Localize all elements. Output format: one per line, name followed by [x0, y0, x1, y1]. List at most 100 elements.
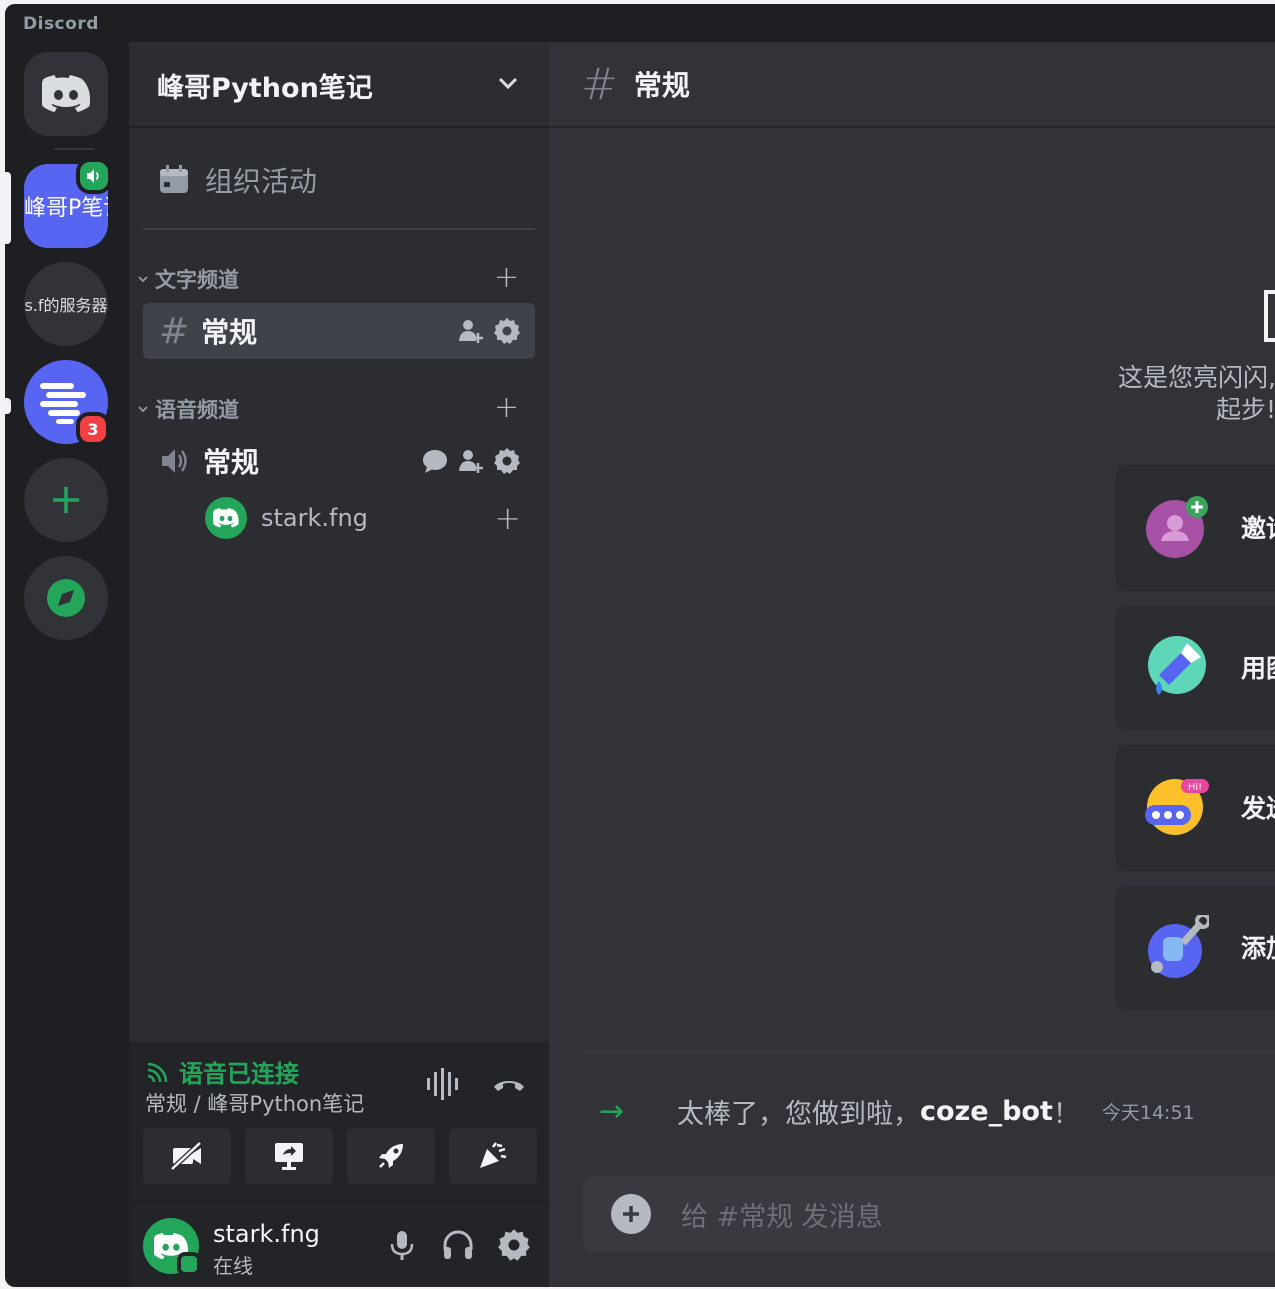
channel-sidebar: 峰哥Python笔记 组织活动 文字频道 + # 常规 语音频道 + 常规 st… [129, 42, 549, 1287]
server-rail: 峰哥P笔记 s.f的服务器 3 [5, 42, 129, 1287]
send-message-card[interactable]: Hi! 发送 [1115, 745, 1275, 871]
discord-wordmark: Discord [23, 14, 99, 34]
voice-location[interactable]: 常规 / 峰哥Python笔记 [145, 1088, 364, 1118]
attach-button[interactable] [611, 1194, 651, 1234]
speaker-icon [162, 449, 187, 473]
welcome-title-fragment [1264, 290, 1275, 342]
user-name[interactable]: stark.fng [213, 1220, 320, 1248]
plus-icon [623, 1206, 639, 1222]
member-add-button[interactable]: + [494, 499, 521, 537]
gear-icon[interactable] [493, 317, 521, 345]
voice-status-label: 语音已连接 [179, 1060, 299, 1088]
channel-name: 常规 [201, 316, 258, 349]
avatar [205, 497, 247, 539]
discord-window: Discord 峰哥P笔记 s.f的服务器 [5, 4, 1275, 1287]
card-label: 用图 [1241, 654, 1275, 683]
discord-logo-icon [213, 508, 239, 528]
user-status: 在线 [213, 1254, 253, 1278]
mention-badge: 3 [76, 412, 110, 446]
voice-active-badge [76, 158, 112, 194]
category-voice-channels[interactable]: 语音频道 [137, 394, 239, 424]
events-label: 组织活动 [205, 165, 318, 198]
invite-friends-icon [1146, 496, 1208, 558]
events-button[interactable]: 组织活动 [159, 160, 317, 200]
invite-member-icon[interactable] [457, 317, 485, 345]
headphones-icon[interactable] [441, 1228, 475, 1262]
channel-voice-general[interactable]: 常规 [143, 433, 535, 489]
chevron-down-icon [138, 276, 148, 283]
chat-bubble-icon[interactable] [421, 447, 449, 475]
guild-header[interactable]: 峰哥Python笔记 [129, 42, 549, 128]
user-panel: stark.fng 在线 [129, 1202, 549, 1287]
message-suffix: ！ [1052, 1099, 1080, 1130]
add-app-card[interactable]: 添加 [1115, 885, 1275, 1011]
unread-pill [5, 398, 11, 414]
signal-icon [147, 1062, 168, 1082]
welcome-line-1: 这是您亮闪闪, [1118, 363, 1275, 392]
category-label: 语音频道 [155, 398, 239, 422]
server-fengge-python[interactable]: 峰哥P笔记 [24, 158, 112, 248]
create-voice-channel-button[interactable]: + [494, 390, 519, 425]
title-bar: Discord [5, 4, 1275, 42]
message-timestamp: 今天14:51 [1101, 1102, 1195, 1124]
category-label: 文字频道 [155, 268, 239, 292]
explore-servers-button[interactable] [24, 556, 108, 640]
card-label: 邀请 [1241, 514, 1275, 543]
add-app-wrench-icon [1148, 915, 1209, 978]
gear-icon[interactable] [493, 447, 521, 475]
soundboard-waveform-icon[interactable] [425, 1068, 461, 1100]
system-join-message: → 太棒了，您做到啦， coze_bot ！ 今天14:51 [599, 1092, 1195, 1131]
discord-logo-icon [42, 75, 90, 112]
soundboard-button[interactable] [449, 1128, 537, 1184]
voice-status[interactable]: 语音已连接 [145, 1054, 299, 1089]
welcome-description: 这是您亮闪闪, 起步! [1118, 362, 1275, 426]
selected-server-pill [5, 172, 11, 244]
svg-text:Hi!: Hi! [1188, 782, 1202, 793]
voice-connection-panel: 语音已连接 常规 / 峰哥Python笔记 [129, 1042, 549, 1202]
server-sf[interactable]: s.f的服务器 [24, 262, 108, 346]
composer-placeholder: 给 #常规 发消息 [681, 1201, 883, 1233]
chevron-down-icon [138, 406, 148, 413]
message-username[interactable]: coze_bot [920, 1096, 1053, 1127]
server-abbr: s.f的服务器 [24, 296, 108, 315]
channel-text-general[interactable]: # 常规 [143, 303, 535, 359]
member-name: stark.fng [261, 504, 368, 532]
camera-off-icon [170, 1141, 202, 1171]
category-text-channels[interactable]: 文字频道 [137, 264, 239, 294]
gear-icon[interactable] [497, 1228, 531, 1262]
party-popper-icon [480, 1142, 507, 1168]
microphone-icon[interactable] [385, 1228, 419, 1262]
main-chat: # 常规 这是您亮闪闪, 起步! 邀请 用图 [549, 42, 1275, 1287]
compass-icon [47, 579, 85, 617]
chevron-down-icon [498, 77, 518, 90]
channel-title: 常规 [633, 69, 690, 102]
direct-messages-button[interactable] [24, 52, 108, 136]
disconnect-phone-icon[interactable] [491, 1068, 527, 1100]
camera-off-button[interactable] [143, 1128, 231, 1184]
online-status-dot [177, 1252, 201, 1276]
plus-icon [53, 487, 79, 513]
rocket-icon [379, 1144, 403, 1168]
card-label: 添加 [1241, 934, 1275, 963]
channel-header: # 常规 [549, 42, 1275, 128]
personalize-paintbrush-icon [1148, 636, 1206, 695]
server-3[interactable]: 3 [24, 360, 110, 446]
server-abbr: 峰哥P笔记 [24, 196, 108, 221]
voice-member[interactable]: stark.fng + [205, 497, 535, 539]
message-composer[interactable]: 给 #常规 发消息 [583, 1176, 1275, 1252]
send-message-robot-icon: Hi! [1145, 779, 1209, 835]
invite-friends-card[interactable]: 邀请 [1115, 465, 1275, 591]
message-prefix: 太棒了，您做到啦， [677, 1099, 920, 1130]
create-text-channel-button[interactable]: + [494, 260, 519, 295]
personalize-card[interactable]: 用图 [1115, 605, 1275, 731]
screen-share-button[interactable] [245, 1128, 333, 1184]
activities-button[interactable] [347, 1128, 435, 1184]
join-arrow-icon: → [599, 1094, 625, 1129]
speaker-icon [87, 169, 99, 183]
rail-separator [54, 148, 94, 150]
invite-member-icon[interactable] [457, 447, 485, 475]
add-server-button[interactable] [24, 458, 108, 542]
sidebar-divider [143, 228, 535, 230]
messages-divider [583, 1052, 1275, 1053]
hash-icon: # [159, 310, 190, 352]
